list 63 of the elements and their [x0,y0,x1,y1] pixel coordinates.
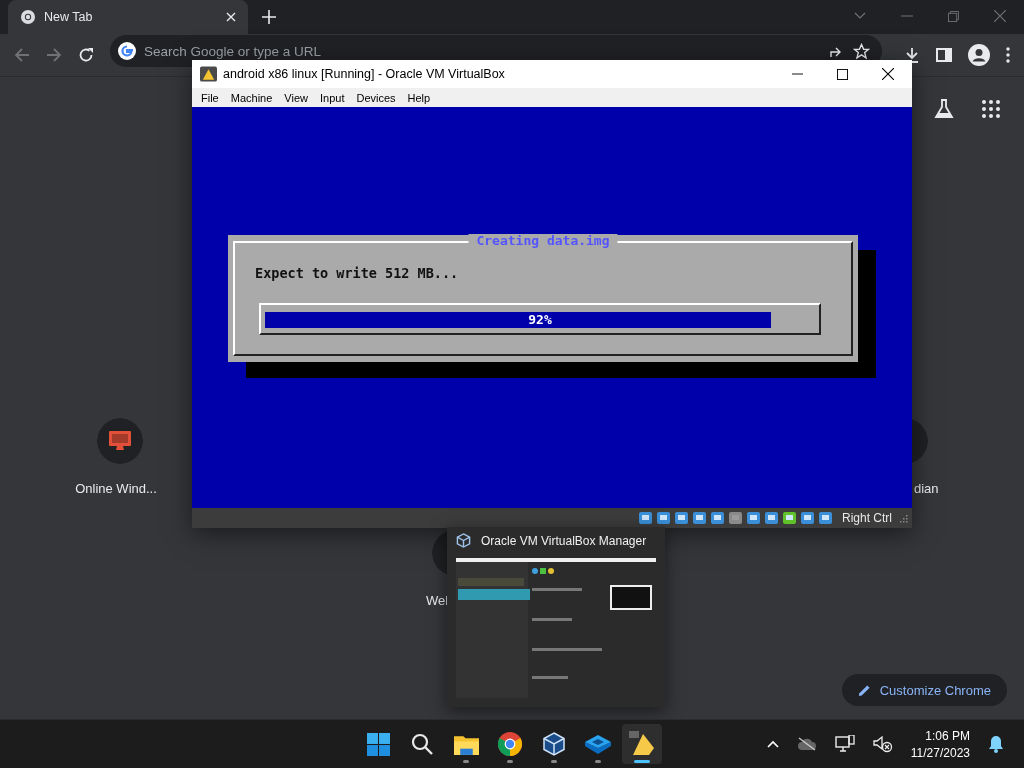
pencil-icon [857,683,871,697]
android-vm-icon [200,66,217,82]
speaker-muted-icon[interactable] [872,735,893,753]
clock-date[interactable]: 11/27/2023 [910,745,970,760]
star-icon[interactable] [853,42,870,60]
running-indicator [551,760,557,763]
menu-item[interactable]: Help [407,91,431,104]
back-icon[interactable] [14,47,30,63]
profile-icon[interactable] [968,44,990,66]
customize-chrome-button[interactable]: Customize Chrome [841,674,1007,706]
taskbar-app[interactable] [622,724,662,764]
clock-time[interactable]: 1:06 PM [925,728,970,743]
maximize-icon[interactable] [837,68,848,80]
monitor-icon [108,430,132,452]
search-icon [411,733,433,755]
android-vm-icon [629,731,655,757]
menu-item[interactable]: File [201,91,219,104]
cloud-off-icon[interactable] [796,737,817,751]
menu-item[interactable]: Machine [230,91,273,104]
shortcut-tile[interactable] [97,418,143,464]
chrome-icon [498,732,522,756]
restore-icon[interactable] [948,10,959,22]
resize-grip-icon[interactable] [898,513,908,523]
new-tab-icon[interactable] [262,10,276,24]
chevron-down-icon[interactable] [854,12,866,20]
shortcut-label[interactable]: dian [914,481,939,496]
dialog-message: Expect to write 512 MB... [255,265,460,281]
cube-icon [456,533,471,548]
network-icon[interactable] [834,735,855,753]
forward-icon[interactable] [46,47,62,63]
layered-box-icon [585,734,611,754]
reload-icon[interactable] [78,47,94,63]
preview-title: Oracle VM VirtualBox Manager [481,533,647,548]
chrome-icon [20,9,36,25]
windows-logo-icon [366,732,390,756]
chevron-up-icon[interactable] [766,740,779,748]
apps-grid-icon[interactable] [982,100,1000,118]
running-indicator [507,760,513,763]
running-indicator [634,760,650,763]
bell-icon[interactable] [988,735,1004,753]
menu-item[interactable]: Devices [356,91,396,104]
taskbar-preview[interactable]: Oracle VM VirtualBox Manager [447,527,665,707]
side-panel-icon[interactable] [936,47,952,63]
progress-reading: 92% [527,312,553,328]
shortcut-label[interactable]: Wel [426,593,449,608]
browser-tab[interactable]: New Tab [8,0,248,34]
google-icon [118,42,136,60]
running-indicator [463,760,469,763]
window-title: android x86 linux [Running] - Oracle VM VirtualBox [223,67,505,81]
menu-item[interactable]: View [284,91,308,104]
close-icon[interactable] [882,68,894,80]
cube-icon [542,732,566,756]
folder-icon [453,733,479,755]
running-indicator [595,760,601,763]
menu-item[interactable]: Input [319,91,345,104]
flask-icon[interactable] [934,99,954,119]
shortcut-label[interactable]: Online Wind... [75,481,157,496]
menu-icon[interactable] [1006,47,1010,63]
dialog-title: Creating data.img [468,234,618,248]
tab-title: New Tab [44,10,94,24]
search-field[interactable]: Search Google or type a URL [144,43,821,59]
shortcut-tile[interactable] [432,530,447,576]
host-key-label: Right Ctrl [842,511,892,525]
